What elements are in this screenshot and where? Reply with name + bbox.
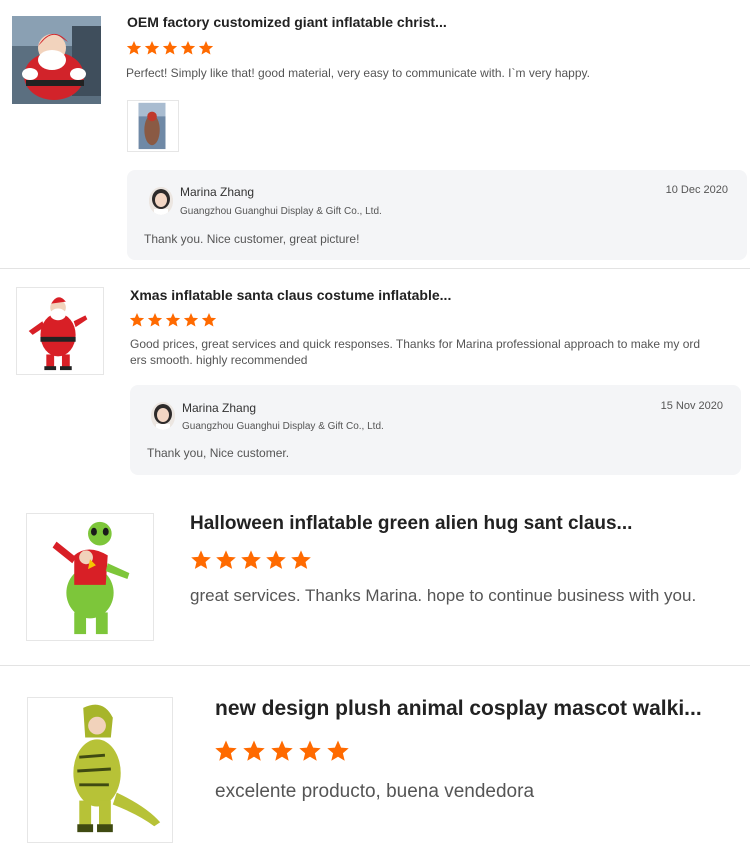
reply-text: Thank you, Nice customer.	[147, 446, 290, 460]
star-icon	[162, 41, 178, 55]
product-image-santa-costume[interactable]	[16, 287, 104, 375]
product-image-alien-costume[interactable]	[26, 513, 154, 641]
seller-reply: Marina Zhang Guangzhou Guanghui Display …	[127, 170, 747, 260]
star-icon	[266, 550, 286, 569]
inflatable-santa-image	[12, 16, 101, 104]
review-photo	[128, 101, 178, 151]
star-icon	[241, 550, 261, 569]
review-title[interactable]: Xmas inflatable santa claus costume infl…	[130, 287, 451, 303]
review-text: Perfect! Simply like that! good material…	[126, 66, 590, 80]
seller-avatar	[151, 402, 175, 430]
review-card-3: Halloween inflatable green alien hug san…	[0, 495, 750, 665]
seller-avatar	[149, 187, 173, 215]
seller-name: Marina Zhang	[182, 401, 257, 415]
reply-text: Thank you. Nice customer, great picture!	[144, 232, 360, 246]
rating-stars	[190, 549, 315, 571]
seller-name: Marina Zhang	[180, 185, 255, 199]
alien-costume-image	[27, 514, 153, 640]
review-photo-thumbnail[interactable]	[127, 100, 179, 152]
star-icon	[291, 550, 311, 569]
star-icon	[215, 740, 237, 761]
star-icon	[165, 313, 181, 327]
star-icon	[144, 41, 160, 55]
rating-stars	[126, 40, 216, 56]
review-card-1: OEM factory customized giant inflatable …	[0, 0, 750, 268]
star-icon	[243, 740, 265, 761]
seller-company: Guangzhou Guanghui Display & Gift Co., L…	[180, 206, 382, 217]
seller-reply: Marina Zhang Guangzhou Guanghui Display …	[130, 385, 741, 475]
product-image-santa[interactable]	[12, 16, 101, 104]
star-icon	[147, 313, 163, 327]
star-icon	[216, 550, 236, 569]
star-icon	[129, 313, 145, 327]
reply-date: 15 Nov 2020	[660, 400, 723, 412]
star-icon	[271, 740, 293, 761]
star-icon	[180, 41, 196, 55]
review-text: Good prices, great services and quick re…	[130, 337, 701, 367]
star-icon	[191, 550, 211, 569]
review-card-2: Xmas inflatable santa claus costume infl…	[0, 269, 750, 480]
review-title[interactable]: Halloween inflatable green alien hug san…	[190, 513, 632, 535]
product-image-dinosaur-mascot[interactable]	[27, 697, 173, 843]
review-title[interactable]: new design plush animal cosplay mascot w…	[215, 697, 702, 721]
review-title[interactable]: OEM factory customized giant inflatable …	[127, 14, 447, 30]
star-icon	[183, 313, 199, 327]
star-icon	[201, 313, 217, 327]
star-icon	[198, 41, 214, 55]
rating-stars	[214, 739, 354, 763]
reply-date: 10 Dec 2020	[665, 184, 728, 196]
review-card-4: new design plush animal cosplay mascot w…	[0, 666, 750, 859]
seller-company: Guangzhou Guanghui Display & Gift Co., L…	[182, 421, 384, 432]
review-text: great services. Thanks Marina. hope to c…	[190, 586, 697, 605]
rating-stars	[129, 312, 219, 328]
dinosaur-mascot-image	[28, 698, 172, 842]
review-text: excelente producto, buena vendedora	[215, 781, 535, 802]
santa-costume-image	[17, 288, 103, 374]
star-icon	[126, 41, 142, 55]
star-icon	[327, 740, 349, 761]
star-icon	[299, 740, 321, 761]
